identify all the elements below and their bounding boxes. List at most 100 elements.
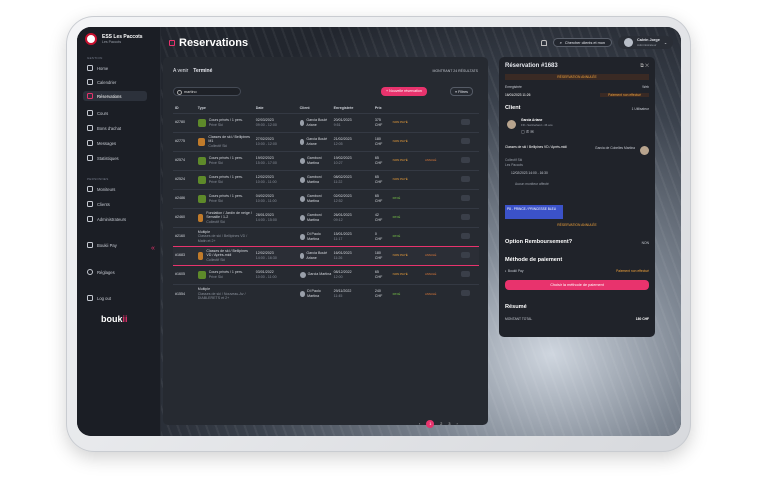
- sidebar-item-stats[interactable]: Statistiques: [83, 153, 147, 163]
- column-header[interactable]: Date: [254, 104, 298, 113]
- registered-date: 08/12/2022: [333, 270, 352, 275]
- payment-method-status: Paiement non effectué: [616, 269, 649, 273]
- currency: CHF: [374, 274, 383, 279]
- sidebar-item-admins[interactable]: Administrateurs: [83, 214, 147, 224]
- table-row[interactable]: #1554 Multiple Classes de ski / Nouveau-A…: [173, 283, 479, 303]
- registered-time: 09:12: [333, 217, 343, 222]
- tab-upcoming[interactable]: A venir: [173, 68, 188, 74]
- registered-time: 9:51: [333, 122, 341, 127]
- sidebar-item-messages[interactable]: Messages: [83, 138, 147, 148]
- bell-icon[interactable]: [540, 39, 547, 46]
- price: 180: [374, 137, 381, 142]
- table-row[interactable]: #1683 Classes de ski / Bellipines VD / A…: [173, 245, 479, 266]
- payment-method-heading: Méthode de paiement: [505, 257, 563, 263]
- client-avatar: [299, 252, 305, 259]
- view-icon[interactable]: [461, 175, 470, 182]
- column-header[interactable]: Prix: [373, 104, 391, 113]
- choose-payment-button[interactable]: Choisir la méthode de paiement: [505, 280, 649, 290]
- search-input[interactable]: martino: [173, 87, 241, 96]
- table-row[interactable]: #2574 Cours privés / 1 pers. Privé Ski 19…: [173, 150, 479, 170]
- user-menu[interactable]: Calvin Jorge Administrateur ⌄: [618, 36, 673, 49]
- client-heading: Client: [505, 105, 521, 111]
- view-icon[interactable]: [461, 251, 470, 258]
- registered-value: Web: [642, 85, 649, 89]
- global-search-button[interactable]: ⌕ Chercher clients et mon: [552, 38, 613, 47]
- course-date: 28/01/2023: [255, 213, 274, 218]
- column-header-empty: [391, 104, 423, 113]
- no-monitor: Aucun moniteur affecté: [515, 182, 549, 186]
- brand-sub: Les Paccots: [102, 40, 122, 44]
- client-name: Di Paolo Martina: [307, 232, 321, 241]
- client-name: Gamboni Martina: [306, 156, 322, 165]
- results-count: MONTRANT 24 RÉSULTATS: [432, 69, 478, 73]
- page-button[interactable]: 2: [440, 422, 442, 426]
- payment-badge: NON PAYÉ: [392, 177, 408, 182]
- table-row[interactable]: #2524 Cours privés / 1 pers. Privé Ski 12…: [173, 169, 479, 189]
- view-icon[interactable]: [461, 232, 470, 239]
- view-icon[interactable]: [461, 290, 470, 297]
- column-header[interactable]: ID: [173, 104, 196, 113]
- view-icon[interactable]: [461, 270, 470, 277]
- course-type-icon: [197, 270, 206, 279]
- table-row[interactable]: #2460 Fondation / Jardin de neige / Sema…: [173, 207, 479, 227]
- course-type-sub: Collectif Ski: [206, 257, 226, 262]
- sidebar-item-boukii-pay[interactable]: Boukii Pay: [83, 240, 147, 250]
- course-type: Fondation / Jardin de neige / Semaille /…: [206, 210, 252, 220]
- new-reservation-button[interactable]: + Nouvelle réservation: [381, 87, 427, 96]
- course-type: Classes de ski / Bellipines VD / Après-m…: [206, 248, 248, 258]
- table-row[interactable]: #2486 Cours privés / 1 pers. Privé Ski 04…: [173, 188, 479, 208]
- course-type-sub: Privé Ski: [208, 179, 223, 184]
- sidebar-item-clients[interactable]: Clients: [83, 199, 147, 209]
- tab-done[interactable]: Terminé: [193, 68, 212, 74]
- registered-date: 21/02/2023: [333, 137, 352, 142]
- avatar: [624, 38, 634, 47]
- gear-icon: [87, 269, 93, 275]
- view-icon[interactable]: [461, 213, 470, 220]
- sidebar-item-logout[interactable]: Log out: [83, 293, 147, 303]
- page-button[interactable]: ›: [457, 422, 458, 426]
- client-contact-icons[interactable]: ▢ ✆ ✉: [521, 129, 534, 134]
- sidebar-item-instructors[interactable]: Moniteurs: [83, 184, 147, 194]
- table-row[interactable]: #1605 Cours privés / 1 pers. Privé Ski 03…: [173, 264, 479, 284]
- view-icon[interactable]: [461, 156, 470, 163]
- client-name: Garcia Martina: [307, 272, 332, 277]
- view-icon[interactable]: [461, 137, 470, 144]
- course-type: Cours privés / 1 pers.: [208, 194, 243, 199]
- view-icon[interactable]: [461, 118, 470, 125]
- refund-heading: Option Remboursement?: [505, 239, 573, 245]
- course-time: 14:00 - 16:30: [255, 255, 277, 260]
- table-row[interactable]: #2775 Classes de ski / Bellipines M1 Coll…: [173, 131, 479, 151]
- payment-badge: PAYÉ: [392, 196, 401, 201]
- course-date: 19/02/2023: [255, 156, 274, 161]
- table-row[interactable]: #2780 Cours privés / 1 pers. Privé Ski 02…: [173, 112, 479, 132]
- reservations-table: ID Type Date Client Enregistrée Prix #2780 Co…: [173, 104, 479, 303]
- close-icon[interactable]: ⧉ ✕: [640, 63, 649, 69]
- filters-button[interactable]: ≡ Filtres: [450, 87, 473, 96]
- client-avatar: [299, 176, 305, 183]
- payment-badge: NON PAYÉ: [392, 158, 408, 163]
- page-button[interactable]: ‹: [419, 422, 420, 426]
- table-row[interactable]: #2160 Multiple Classes de ski / Bellipine…: [173, 226, 479, 246]
- price: 65: [374, 175, 379, 180]
- column-header[interactable]: Enregistrée: [332, 104, 373, 113]
- view-icon[interactable]: [461, 194, 470, 201]
- page-button[interactable]: 3: [448, 422, 450, 426]
- reservation-id: #2780: [173, 112, 196, 132]
- sidebar-item-home[interactable]: Home: [83, 63, 147, 73]
- page-button[interactable]: 1: [426, 420, 435, 428]
- column-header[interactable]: Client: [298, 104, 332, 113]
- client-avatar: [299, 138, 305, 145]
- collapse-sidebar-icon[interactable]: «: [151, 245, 155, 252]
- price: 65: [374, 194, 379, 199]
- payment-badge: PAYÉ: [392, 234, 401, 239]
- sidebar-item-calendar[interactable]: Calendrier: [83, 77, 147, 87]
- client-name: Garcia Ariane: [521, 118, 543, 122]
- column-header-empty: [423, 104, 459, 113]
- brand[interactable]: ESS Les Paccots Les Paccots: [85, 33, 143, 45]
- course-date: 12/02/2023: [255, 175, 274, 180]
- column-header[interactable]: Type: [196, 104, 254, 113]
- sidebar-item-settings[interactable]: Réglages: [83, 267, 147, 277]
- sidebar-item-courses[interactable]: Cours: [83, 108, 147, 118]
- sidebar-item-reservations[interactable]: Réservations: [83, 91, 147, 101]
- sidebar-item-vouchers[interactable]: Bons d'achat: [83, 123, 147, 133]
